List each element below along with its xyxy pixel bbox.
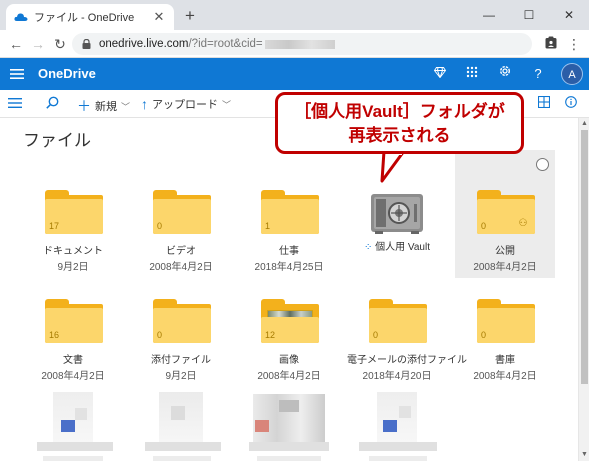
vault-name: ⁘ 個人用 Vault: [347, 238, 447, 253]
item-count: 0: [481, 221, 487, 231]
new-tab-button[interactable]: +: [180, 6, 200, 26]
view-tiles-icon[interactable]: [538, 96, 550, 108]
upload-button[interactable]: ↑ アップロード ﹀: [141, 96, 231, 112]
scroll-down-arrow-icon[interactable]: ▼: [580, 450, 589, 459]
new-button[interactable]: ＋ 新規 ﹀: [77, 96, 130, 116]
page-title: ファイル: [23, 131, 91, 150]
annotation-callout: ［個人用Vault］フォルダが 再表示される: [275, 92, 524, 154]
forward-arrow-icon[interactable]: →: [28, 34, 48, 54]
extension-icon[interactable]: [541, 34, 561, 54]
info-icon[interactable]: [565, 96, 577, 108]
folder-name: 書庫: [495, 355, 515, 366]
safe-vault-icon: [371, 194, 423, 234]
settings-gear-icon[interactable]: [495, 64, 515, 84]
folder-name: 添付ファイル: [151, 355, 211, 366]
plus-icon: ＋: [77, 98, 91, 114]
url-host: onedrive.live.com: [99, 38, 189, 50]
shared-people-icon: ⚇: [518, 218, 528, 229]
item-count: 17: [49, 221, 60, 231]
callout-pointer: [380, 151, 406, 183]
folder-icon: 0: [153, 190, 211, 234]
folder-tile[interactable]: 0 書庫 2008年4月2日: [455, 259, 555, 387]
folder-icon: 0: [153, 299, 211, 343]
item-count: 1: [265, 221, 271, 231]
folder-name: 電子メールの添付ファイル: [347, 355, 467, 366]
redacted-file-tile[interactable]: [347, 380, 447, 461]
premium-diamond-icon[interactable]: [430, 64, 450, 84]
browser-tab-strip: ファイル - OneDrive ✕ + — ☐ ✕: [0, 0, 589, 30]
browser-toolbar: ← → ↻ onedrive.live.com /?id=root&cid= ⋮: [0, 30, 589, 58]
chevron-down-icon: ﹀: [121, 101, 131, 112]
account-avatar[interactable]: A: [561, 63, 583, 85]
minimize-button[interactable]: —: [469, 0, 509, 30]
item-count: 0: [157, 330, 163, 340]
back-arrow-icon[interactable]: ←: [6, 34, 26, 54]
tab-title: ファイル - OneDrive: [34, 12, 135, 24]
address-bar[interactable]: onedrive.live.com /?id=root&cid=: [72, 33, 532, 55]
redacted-file-tile[interactable]: [131, 380, 231, 461]
url-path: /?id=root&cid=: [188, 38, 263, 50]
onedrive-header: OneDrive ? A: [0, 58, 589, 90]
folder-icon: 0 ⚇: [477, 190, 535, 234]
folder-icon: 16: [45, 299, 103, 343]
chevron-down-icon: ﹀: [222, 99, 232, 110]
folder-icon: 0: [477, 299, 535, 343]
reload-icon[interactable]: ↻: [50, 34, 70, 54]
scroll-thumb[interactable]: [581, 130, 588, 384]
tab-close-icon[interactable]: ✕: [152, 9, 166, 25]
help-icon[interactable]: ?: [528, 64, 548, 84]
folder-name: ドキュメント: [43, 246, 103, 257]
scroll-up-arrow-icon[interactable]: ▲: [580, 119, 589, 128]
folder-tile[interactable]: 12 画像 2008年4月2日: [239, 259, 339, 387]
redacted-file-tile[interactable]: [239, 380, 339, 461]
upload-arrow-icon: ↑: [141, 96, 148, 112]
folder-name: 公開: [495, 246, 515, 257]
callout-line-1: ［個人用Vault］フォルダが: [294, 102, 505, 121]
folder-name: 文書: [63, 355, 83, 366]
item-count: 12: [265, 330, 276, 340]
select-checkbox[interactable]: [536, 158, 549, 171]
callout-line-2: 再表示される: [348, 126, 451, 145]
vault-label: 個人用 Vault: [375, 242, 430, 253]
browser-menu-icon[interactable]: ⋮: [564, 34, 584, 54]
window-close-button[interactable]: ✕: [549, 0, 589, 30]
folder-name: 仕事: [279, 246, 299, 257]
folder-tile[interactable]: 16 文書 2008年4月2日: [23, 259, 123, 387]
search-icon[interactable]: [46, 96, 59, 109]
folder-tile[interactable]: 0 添付ファイル 9月2日: [131, 259, 231, 387]
file-list-area: ファイル 17 ドキュメント 9月2日 0 ビデオ 2008年4月2日 1 仕事…: [0, 118, 578, 461]
redacted-file-tile[interactable]: [23, 380, 123, 461]
new-label: 新規: [95, 101, 117, 113]
item-count: 0: [157, 221, 163, 231]
folder-tile[interactable]: 0 電子メールの添付ファイル 2018年4月20日: [347, 259, 467, 387]
item-count: 0: [373, 330, 379, 340]
item-count: 0: [481, 330, 487, 340]
apps-grid-icon[interactable]: [462, 64, 482, 84]
maximize-button[interactable]: ☐: [509, 0, 549, 30]
folder-icon: 17: [45, 190, 103, 234]
browser-tab[interactable]: ファイル - OneDrive ✕: [6, 4, 174, 30]
folder-icon: 1: [261, 190, 319, 234]
loading-spinner-icon: ⁘: [363, 242, 373, 253]
modified-date: 2008年4月2日: [473, 371, 537, 382]
lock-icon: [82, 39, 91, 49]
app-launcher-menu-icon[interactable]: [10, 67, 24, 81]
folder-icon: 0: [369, 299, 427, 343]
item-count: 16: [49, 330, 60, 340]
folder-name: 画像: [279, 355, 299, 366]
image-folder-icon: 12: [261, 299, 319, 343]
vertical-scrollbar[interactable]: ▲ ▼: [578, 118, 589, 461]
redacted-url-part: [264, 39, 335, 49]
folder-name: ビデオ: [166, 246, 196, 257]
upload-label: アップロード: [152, 99, 218, 111]
nav-pane-toggle-icon[interactable]: [8, 97, 22, 109]
onedrive-brand[interactable]: OneDrive: [38, 66, 96, 81]
onedrive-cloud-icon: [14, 13, 28, 21]
